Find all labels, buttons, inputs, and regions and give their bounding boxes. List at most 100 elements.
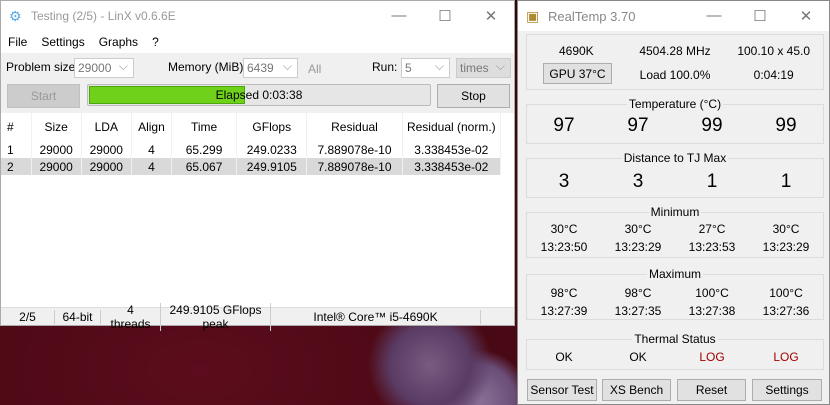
table-cell: 65.299 xyxy=(171,141,238,158)
start-button[interactable]: Start xyxy=(7,84,80,108)
close-button[interactable]: ✕ xyxy=(468,7,514,25)
thermal-status-group: Thermal Status OK OK LOG LOG xyxy=(526,332,824,370)
menu-settings[interactable]: Settings xyxy=(34,35,91,49)
menu-file[interactable]: File xyxy=(1,35,34,49)
linx-window: ⚙ Testing (2/5) - LinX v0.6.6E — ☐ ✕ File … xyxy=(0,0,515,331)
app-icon: ▣ xyxy=(526,7,540,24)
toolbar: Problem size: 29000 Memory (MiB): 6439 A… xyxy=(1,53,514,113)
realtemp-window: ▣ RealTemp 3.70 — ☐ ✕ 4690K 4504.28 MHz 100.… xyxy=(517,0,830,405)
settings-button[interactable]: Settings xyxy=(752,379,822,401)
column-header[interactable]: LDA xyxy=(81,113,132,141)
table-cell: 1 xyxy=(1,141,32,158)
maximize-button[interactable]: ☐ xyxy=(737,7,783,25)
stop-button[interactable]: Stop xyxy=(437,84,510,108)
min-time: 13:23:50 xyxy=(540,240,588,254)
multiplier: 100.10 x 45.0 xyxy=(737,44,811,58)
table-cell: 7.889078e-10 xyxy=(306,158,403,175)
column-header[interactable]: # xyxy=(1,113,32,141)
title-bar: ▣ RealTemp 3.70 — ☐ ✕ xyxy=(518,1,829,31)
status-peak: 249.9105 GFlops peak xyxy=(161,302,271,331)
min-temp: 27°C xyxy=(698,222,726,236)
thermal-status: LOG xyxy=(773,350,799,364)
run-count-select[interactable]: 5 xyxy=(401,58,450,78)
progress-bar: Elapsed 0:03:38 xyxy=(87,84,431,106)
table-cell: 3.338453e-02 xyxy=(402,141,502,158)
column-header[interactable]: Time xyxy=(171,113,238,141)
core-distance: 3 xyxy=(558,171,570,192)
max-temp: 98°C xyxy=(624,286,652,300)
minimum-group: Minimum 30°C 30°C 27°C 30°C 13:23:50 13:23:2… xyxy=(526,205,824,258)
max-time: 13:27:35 xyxy=(614,304,662,318)
maximize-button[interactable]: ☐ xyxy=(422,7,468,25)
column-header[interactable]: Residual (norm.) xyxy=(402,113,502,141)
table-cell: 249.0233 xyxy=(236,141,308,158)
run-label: Run: xyxy=(372,60,398,74)
cpu-load: Load 100.0% xyxy=(639,68,711,82)
max-temp: 98°C xyxy=(550,286,578,300)
core-temp: 97 xyxy=(553,115,575,136)
table-cell: 65.067 xyxy=(171,158,238,175)
table-cell: 2 xyxy=(1,158,32,175)
min-temp: 30°C xyxy=(550,222,578,236)
memory-label: Memory (MiB): xyxy=(168,60,247,74)
column-header[interactable]: Align xyxy=(131,113,172,141)
menu-bar: File Settings Graphs ? xyxy=(1,31,514,53)
core-distance: 1 xyxy=(706,171,718,192)
menu-help[interactable]: ? xyxy=(145,35,166,49)
maximum-group: Maximum 98°C 98°C 100°C 100°C 13:27:39 13:27… xyxy=(526,267,824,320)
table-cell: 29000 xyxy=(31,141,82,158)
max-time: 13:27:36 xyxy=(762,304,810,318)
menu-graphs[interactable]: Graphs xyxy=(92,35,145,49)
window-title: Testing (2/5) - LinX v0.6.6E xyxy=(31,9,176,23)
table-cell: 249.9105 xyxy=(236,158,308,175)
min-temp: 30°C xyxy=(624,222,652,236)
all-button[interactable]: All xyxy=(308,62,321,76)
title-bar: ⚙ Testing (2/5) - LinX v0.6.6E — ☐ ✕ xyxy=(1,1,514,31)
core-temp: 99 xyxy=(775,115,797,136)
max-time: 13:27:38 xyxy=(688,304,736,318)
core-temp: 99 xyxy=(701,115,723,136)
min-time: 13:23:29 xyxy=(762,240,810,254)
status-cpu: Intel® Core™ i5-4690K xyxy=(271,309,481,324)
problem-size-label: Problem size: xyxy=(6,60,79,74)
min-time: 13:23:53 xyxy=(688,240,736,254)
problem-size-select[interactable]: 29000 xyxy=(74,58,134,78)
temperature-label: Temperature (°C) xyxy=(626,97,724,111)
window-title: RealTemp 3.70 xyxy=(548,8,636,24)
reset-button[interactable]: Reset xyxy=(677,379,746,401)
minimize-button[interactable]: — xyxy=(376,7,422,25)
column-header[interactable]: GFlops xyxy=(236,113,308,141)
table-cell: 3.338453e-02 xyxy=(402,158,502,175)
gear-icon: ⚙ xyxy=(9,7,22,24)
results-table: # Size LDA Align Time GFlops Residual Residual … xyxy=(1,113,514,309)
xs-bench-button[interactable]: XS Bench xyxy=(602,379,671,401)
temperature-group: Temperature (°C) 97 97 99 99 xyxy=(526,97,824,144)
max-temp: 100°C xyxy=(769,286,803,300)
thermal-status: LOG xyxy=(699,350,725,364)
progress-text: Elapsed 0:03:38 xyxy=(215,88,303,102)
table-row[interactable]: 1 29000 29000 4 65.299 249.0233 7.889078e-10 3.… xyxy=(1,141,502,158)
core-temp: 97 xyxy=(627,115,649,136)
status-arch: 64-bit xyxy=(55,309,101,324)
close-button[interactable]: ✕ xyxy=(783,7,829,25)
table-cell: 4 xyxy=(131,141,172,158)
table-cell: 29000 xyxy=(31,158,82,175)
minimize-button[interactable]: — xyxy=(691,7,737,25)
min-temp: 30°C xyxy=(772,222,800,236)
column-header[interactable]: Size xyxy=(31,113,82,141)
memory-select[interactable]: 6439 xyxy=(243,58,298,78)
sensor-test-button[interactable]: Sensor Test xyxy=(527,379,597,401)
min-time: 13:23:29 xyxy=(614,240,662,254)
table-cell: 29000 xyxy=(81,158,132,175)
cpu-model: 4690K xyxy=(558,44,594,58)
run-unit-select[interactable]: times xyxy=(456,58,511,78)
column-header[interactable]: Residual xyxy=(306,113,403,141)
maximum-label: Maximum xyxy=(646,267,703,281)
core-distance: 3 xyxy=(632,171,644,192)
status-threads: 4 threads xyxy=(101,302,161,331)
table-cell: 7.889078e-10 xyxy=(306,141,403,158)
table-row[interactable]: 2 29000 29000 4 65.067 249.9105 7.889078e-10 3.… xyxy=(1,158,502,175)
max-temp: 100°C xyxy=(695,286,729,300)
thermal-status: OK xyxy=(555,350,573,364)
thermal-status: OK xyxy=(629,350,647,364)
